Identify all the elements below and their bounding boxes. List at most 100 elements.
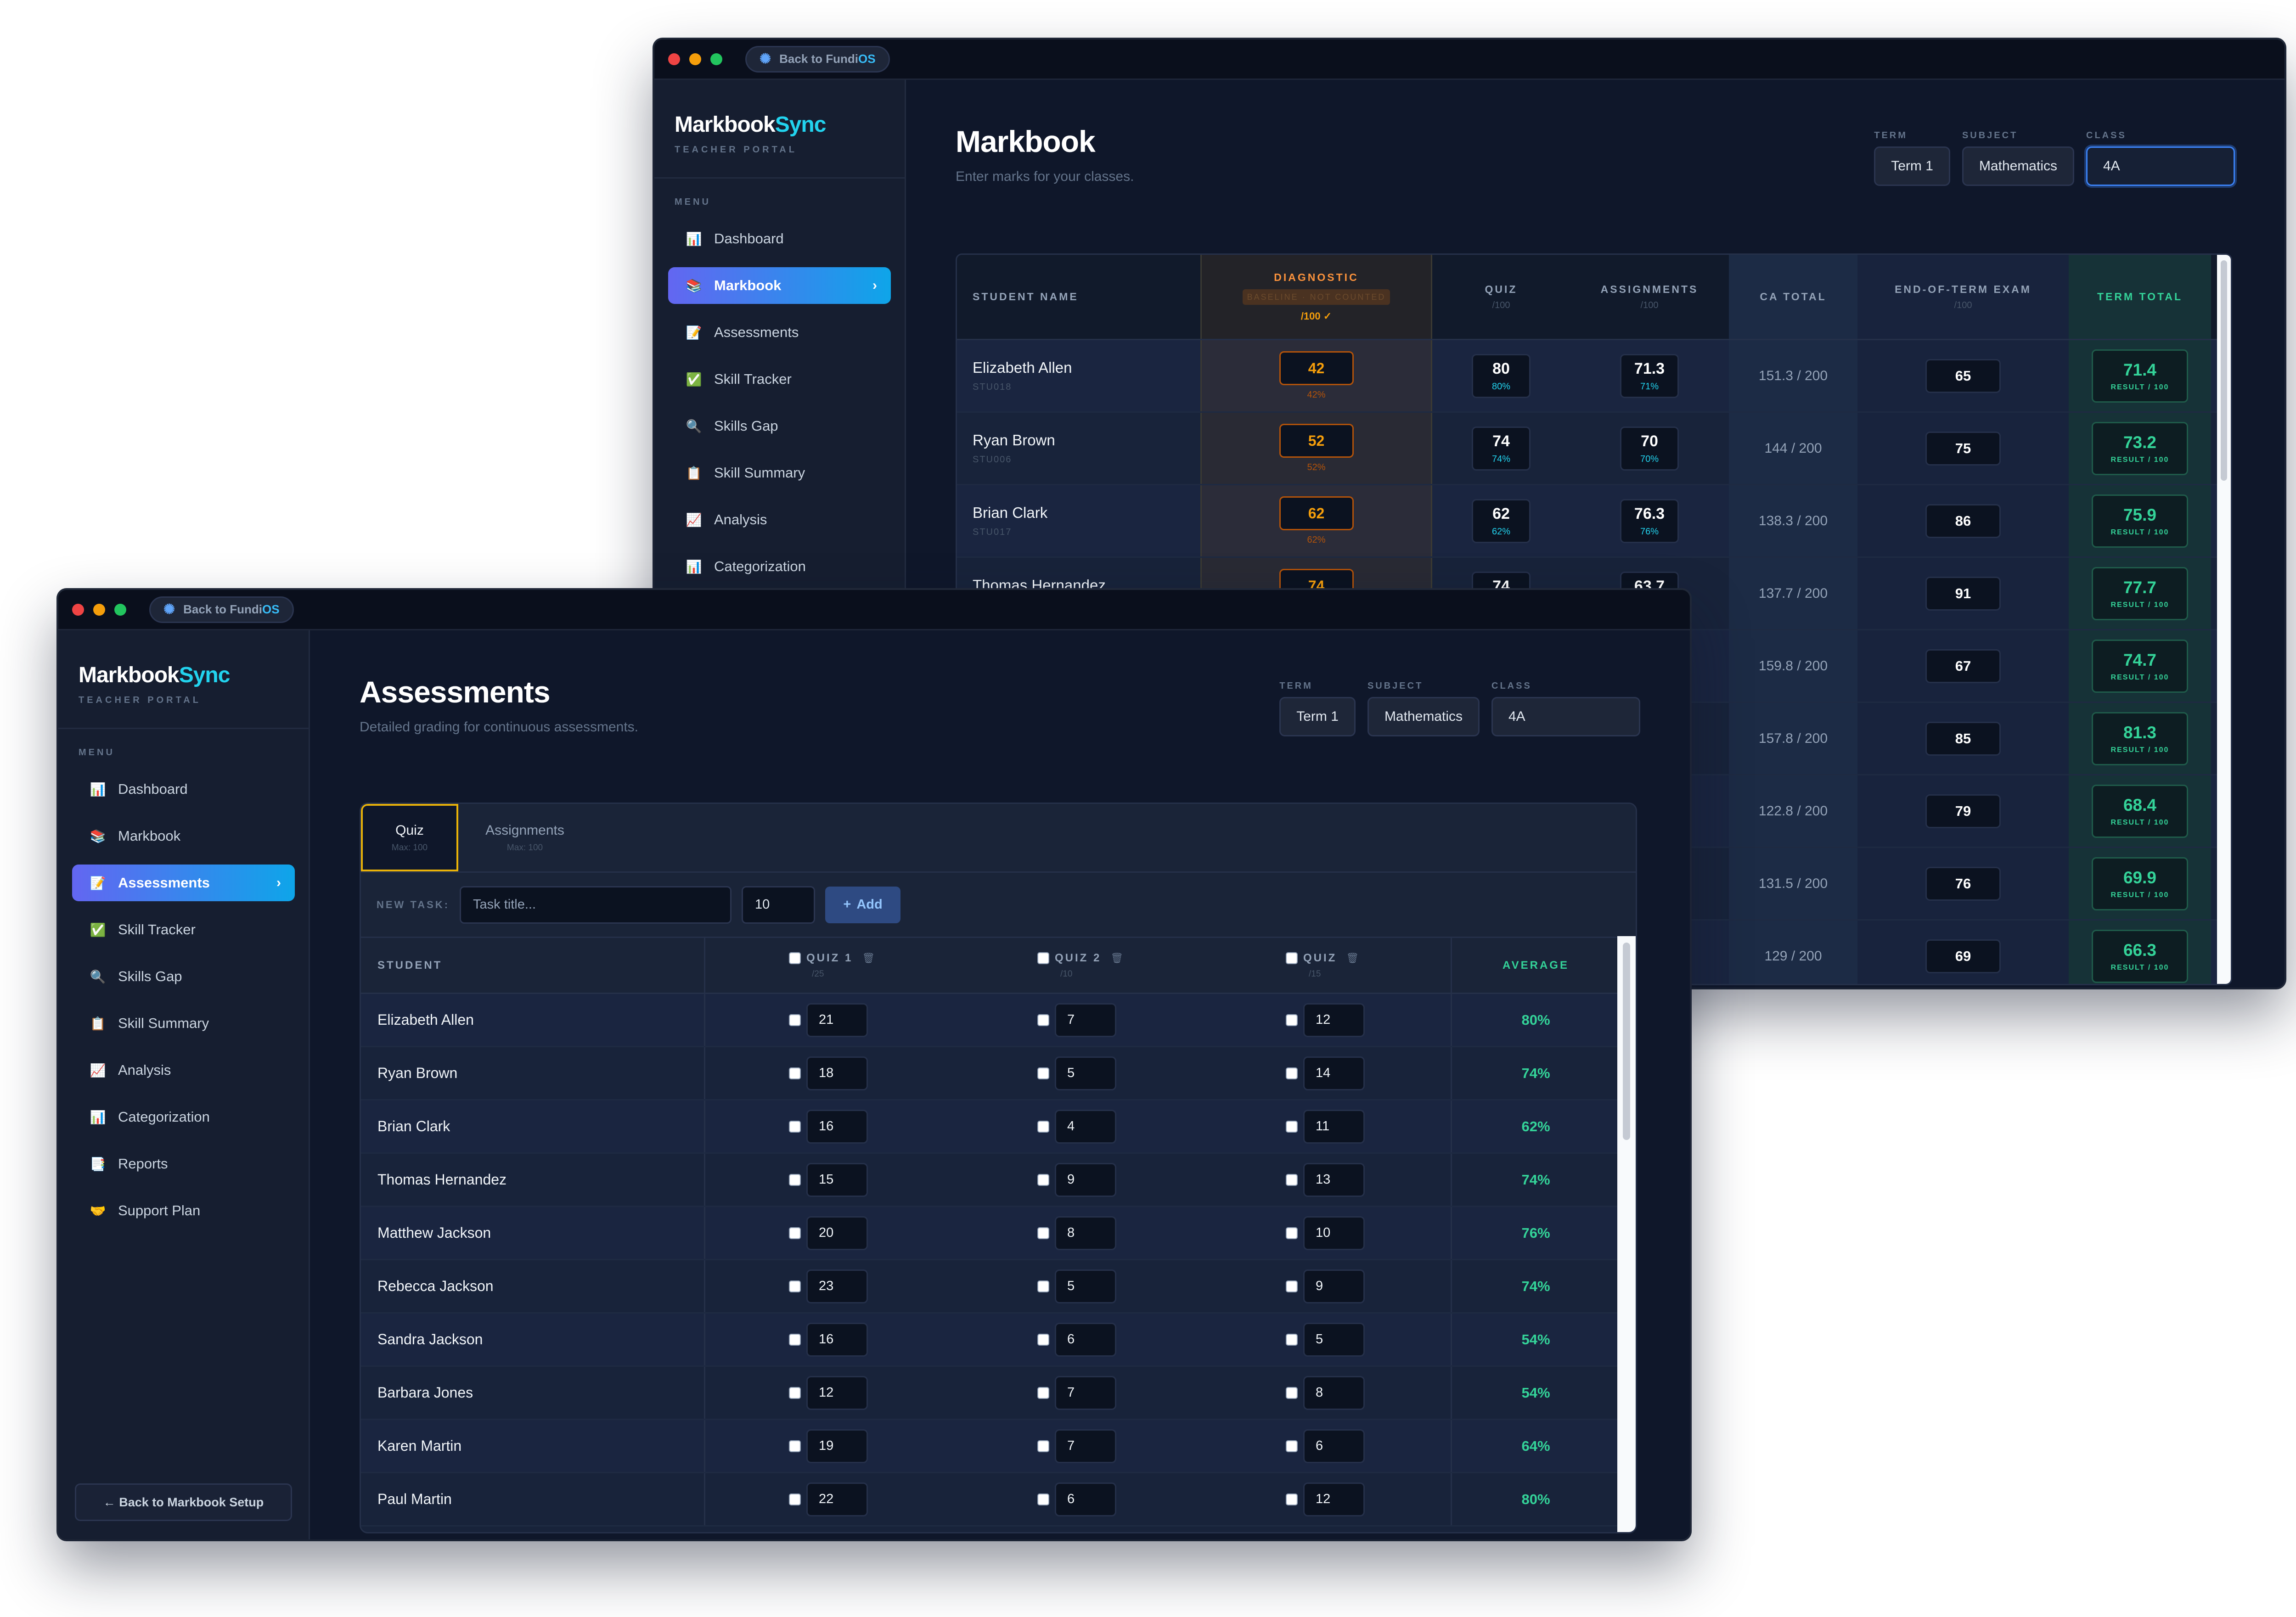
- exam-mark-input[interactable]: 75: [1925, 431, 2001, 466]
- exam-mark-input[interactable]: 86: [1925, 504, 2001, 538]
- sidebar-item-assessments[interactable]: 📝 Assessments: [668, 314, 891, 351]
- score-input[interactable]: 16: [806, 1109, 868, 1144]
- row-checkbox[interactable]: [1037, 1227, 1049, 1239]
- tab-quiz[interactable]: Quiz Max: 100: [361, 804, 458, 871]
- sidebar-item-analysis[interactable]: 📈 Analysis: [668, 501, 891, 538]
- sidebar-item-categorization[interactable]: 📊 Categorization: [72, 1099, 295, 1135]
- score-input[interactable]: 4: [1055, 1109, 1116, 1144]
- sidebar-item-markbook[interactable]: 📚 Markbook ›: [668, 267, 891, 304]
- sidebar-item-support-plan[interactable]: 🤝 Support Plan: [72, 1192, 295, 1229]
- row-checkbox[interactable]: [1286, 1387, 1298, 1399]
- row-checkbox[interactable]: [789, 1387, 801, 1399]
- assignment-mark[interactable]: 70 70%: [1620, 426, 1679, 471]
- sidebar-item-skill-summary[interactable]: 📋 Skill Summary: [668, 455, 891, 491]
- score-input[interactable]: 6: [1055, 1322, 1116, 1357]
- select-quiz-3-checkbox[interactable]: [1286, 952, 1298, 964]
- score-input[interactable]: 7: [1055, 1376, 1116, 1410]
- exam-mark-input[interactable]: 85: [1925, 721, 2001, 756]
- close-window-button[interactable]: [668, 53, 680, 65]
- score-input[interactable]: 12: [806, 1376, 868, 1410]
- exam-mark-input[interactable]: 76: [1925, 866, 2001, 901]
- row-checkbox[interactable]: [1286, 1120, 1298, 1133]
- row-checkbox[interactable]: [789, 1493, 801, 1505]
- row-checkbox[interactable]: [789, 1173, 801, 1186]
- row-checkbox[interactable]: [789, 1014, 801, 1026]
- table-scrollbar[interactable]: [2217, 255, 2231, 984]
- row-checkbox[interactable]: [1037, 1173, 1049, 1186]
- score-input[interactable]: 13: [1303, 1162, 1365, 1197]
- score-input[interactable]: 8: [1055, 1216, 1116, 1250]
- row-checkbox[interactable]: [1286, 1493, 1298, 1505]
- assignment-mark[interactable]: 76.3 76%: [1620, 499, 1679, 543]
- row-checkbox[interactable]: [1286, 1333, 1298, 1346]
- scrollbar-thumb[interactable]: [2221, 260, 2227, 481]
- diagnostic-mark-input[interactable]: 52: [1279, 424, 1354, 458]
- quiz-mark[interactable]: 62 62%: [1472, 499, 1531, 543]
- task-max-input[interactable]: 10: [742, 886, 816, 924]
- exam-mark-input[interactable]: 65: [1925, 359, 2001, 393]
- score-input[interactable]: 6: [1303, 1429, 1365, 1463]
- class-select[interactable]: 4A: [1491, 697, 1640, 736]
- row-checkbox[interactable]: [789, 1227, 801, 1239]
- sidebar-item-reports[interactable]: 📑 Reports: [72, 1145, 295, 1182]
- row-checkbox[interactable]: [1286, 1227, 1298, 1239]
- minimize-window-button[interactable]: [93, 603, 105, 616]
- sidebar-item-skills-gap[interactable]: 🔍 Skills Gap: [668, 408, 891, 444]
- score-input[interactable]: 9: [1303, 1269, 1365, 1303]
- sidebar-item-skill-summary[interactable]: 📋 Skill Summary: [72, 1005, 295, 1042]
- sidebar-item-dashboard[interactable]: 📊 Dashboard: [72, 771, 295, 808]
- sidebar-item-analysis[interactable]: 📈 Analysis: [72, 1052, 295, 1089]
- score-input[interactable]: 18: [806, 1056, 868, 1090]
- sidebar-item-skill-tracker[interactable]: ✅ Skill Tracker: [668, 361, 891, 398]
- row-checkbox[interactable]: [1286, 1280, 1298, 1292]
- sidebar-item-skill-tracker[interactable]: ✅ Skill Tracker: [72, 911, 295, 948]
- row-checkbox[interactable]: [1037, 1120, 1049, 1133]
- select-quiz-2-checkbox[interactable]: [1037, 952, 1049, 964]
- score-input[interactable]: 23: [806, 1269, 868, 1303]
- tab-assignments[interactable]: Assignments Max: 100: [458, 804, 591, 871]
- score-input[interactable]: 20: [806, 1216, 868, 1250]
- exam-mark-input[interactable]: 79: [1925, 794, 2001, 828]
- sidebar-item-categorization[interactable]: 📊 Categorization: [668, 548, 891, 585]
- score-input[interactable]: 10: [1303, 1216, 1365, 1250]
- add-task-button[interactable]: + Add: [825, 886, 901, 923]
- minimize-window-button[interactable]: [689, 53, 701, 65]
- score-input[interactable]: 15: [806, 1162, 868, 1197]
- exam-mark-input[interactable]: 67: [1925, 649, 2001, 683]
- exam-mark-input[interactable]: 91: [1925, 576, 2001, 611]
- sidebar-item-dashboard[interactable]: 📊 Dashboard: [668, 220, 891, 257]
- select-quiz-1-checkbox[interactable]: [789, 952, 801, 964]
- exam-mark-input[interactable]: 69: [1925, 939, 2001, 973]
- trash-icon[interactable]: 🗑: [1110, 952, 1123, 964]
- row-checkbox[interactable]: [1286, 1014, 1298, 1026]
- table-scrollbar[interactable]: [1617, 936, 1636, 1532]
- score-input[interactable]: 7: [1055, 1429, 1116, 1463]
- score-input[interactable]: 9: [1055, 1162, 1116, 1197]
- term-select[interactable]: Term 1: [1874, 146, 1950, 186]
- score-input[interactable]: 14: [1303, 1056, 1365, 1090]
- row-checkbox[interactable]: [1037, 1280, 1049, 1292]
- score-input[interactable]: 8: [1303, 1376, 1365, 1410]
- row-checkbox[interactable]: [1037, 1440, 1049, 1452]
- close-window-button[interactable]: [72, 603, 84, 616]
- row-checkbox[interactable]: [789, 1067, 801, 1079]
- score-input[interactable]: 16: [806, 1322, 868, 1357]
- row-checkbox[interactable]: [1037, 1387, 1049, 1399]
- back-to-fundios-button[interactable]: ✺ Back to FundiOS: [745, 45, 890, 73]
- score-input[interactable]: 11: [1303, 1109, 1365, 1144]
- score-input[interactable]: 22: [806, 1482, 868, 1516]
- row-checkbox[interactable]: [1037, 1014, 1049, 1026]
- score-input[interactable]: 19: [806, 1429, 868, 1463]
- subject-select[interactable]: Mathematics: [1367, 697, 1480, 736]
- row-checkbox[interactable]: [1286, 1067, 1298, 1079]
- trash-icon[interactable]: 🗑: [1346, 952, 1359, 964]
- scrollbar-thumb[interactable]: [1623, 943, 1630, 1140]
- term-select[interactable]: Term 1: [1279, 697, 1356, 736]
- back-to-markbook-setup-button[interactable]: ← Back to Markbook Setup: [75, 1483, 292, 1521]
- score-input[interactable]: 12: [1303, 1482, 1365, 1516]
- maximize-window-button[interactable]: [114, 603, 126, 616]
- score-input[interactable]: 5: [1055, 1269, 1116, 1303]
- subject-select[interactable]: Mathematics: [1962, 146, 2074, 186]
- row-checkbox[interactable]: [789, 1280, 801, 1292]
- row-checkbox[interactable]: [1286, 1440, 1298, 1452]
